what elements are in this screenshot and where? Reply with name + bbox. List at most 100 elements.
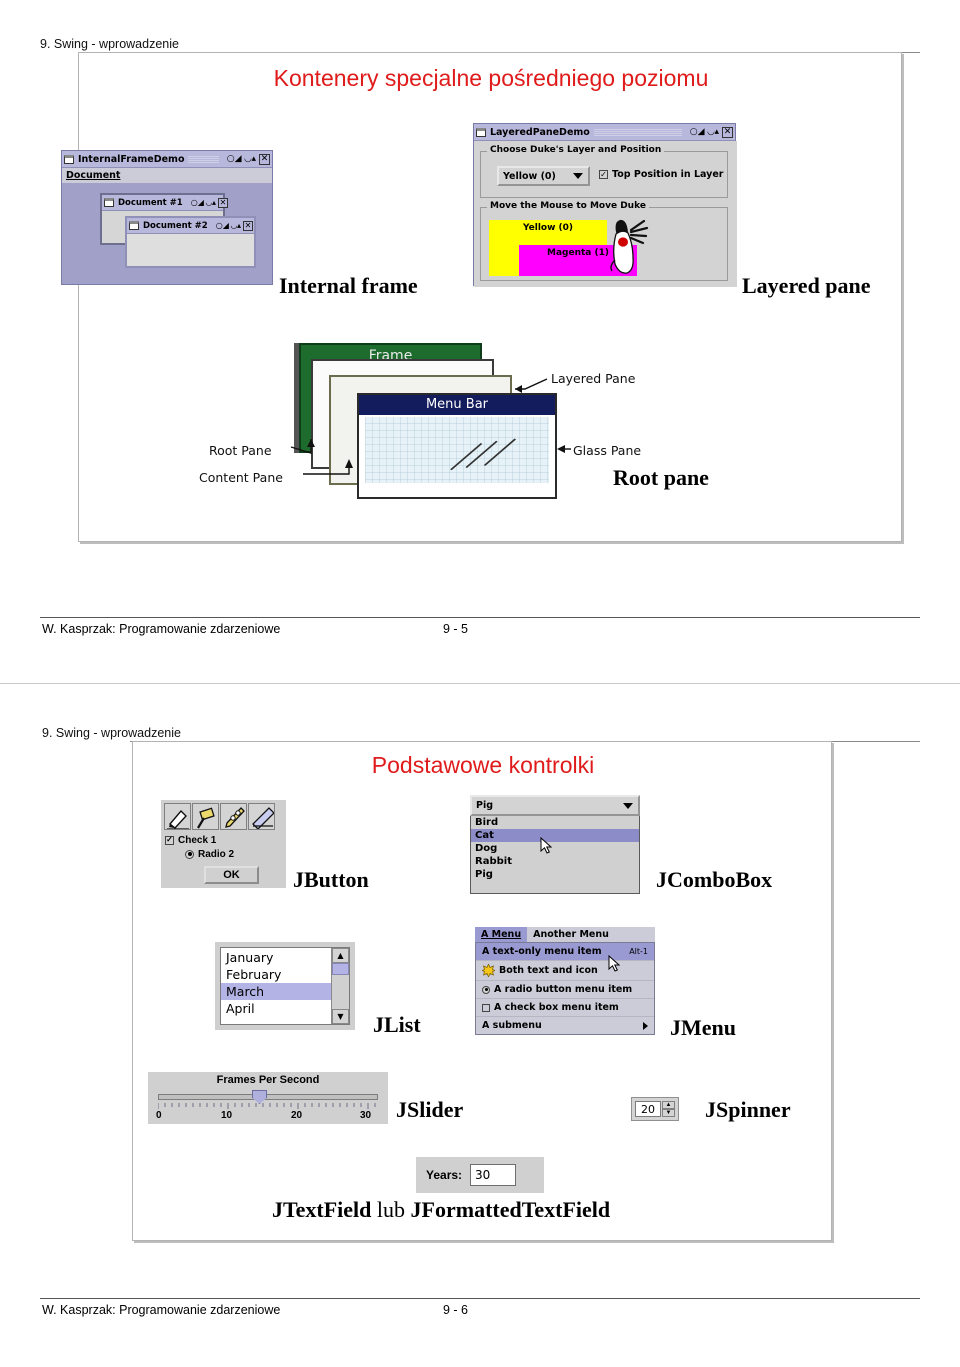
jcombobox-widget[interactable]: Pig Bird Cat Dog Rabbit Pig (470, 795, 640, 905)
yellow-layer-label: Yellow (0) (522, 223, 574, 233)
layered-pane-titlebar[interactable]: LayeredPaneDemo ○◢ ◡▴ ✕ (474, 124, 735, 141)
menubar-item-another-menu[interactable]: Another Menu (527, 927, 615, 942)
layered-pane-title: LayeredPaneDemo (490, 126, 590, 138)
checkbox-icon[interactable]: ✓ (599, 170, 608, 179)
menu-item-text-only[interactable]: A text-only menu item Alt-1 (476, 943, 654, 960)
titlebar-drag-area[interactable] (593, 127, 682, 137)
jlist-box[interactable]: January February March April ▲ ▼ (220, 947, 350, 1025)
maximize-icon[interactable]: ◡▴ (245, 154, 256, 164)
scroll-down-icon[interactable]: ▼ (332, 1009, 349, 1024)
jbutton-toolbar[interactable] (161, 800, 286, 833)
jslider-widget[interactable]: Frames Per Second 0 10 20 30 (148, 1072, 388, 1124)
years-input[interactable]: 30 (470, 1164, 517, 1186)
top-position-checkbox[interactable]: ✓ Top Position in Layer (599, 169, 723, 180)
jlist-widget[interactable]: January February March April ▲ ▼ (215, 942, 355, 1030)
menu-item-label: A text-only menu item (482, 946, 602, 957)
jmenu-popup[interactable]: A text-only menu item Alt-1 Both text an… (475, 942, 655, 1035)
slide-1-frame: Kontenery specjalne pośredniego poziomu … (61, 52, 902, 542)
radio-2-radio[interactable]: Radio 2 (161, 846, 286, 860)
internal-frame-menubar[interactable]: Document (62, 168, 272, 183)
minimize-icon[interactable]: ○◢ (216, 221, 229, 230)
jslider-title: Frames Per Second (216, 1074, 320, 1086)
layer-combobox[interactable]: Yellow (0) (497, 166, 590, 186)
check-1-label: Check 1 (178, 835, 217, 846)
layer-combobox-value: Yellow (0) (503, 170, 556, 182)
move-duke-group: Move the Mouse to Move Duke Yellow (0) M… (480, 201, 728, 281)
maximize-icon[interactable]: ◡▴ (231, 221, 241, 230)
radio-icon[interactable] (482, 985, 490, 994)
scroll-up-icon[interactable]: ▲ (332, 948, 349, 963)
menu-item-label: Both text and icon (499, 965, 598, 976)
jmenu-widget[interactable]: A Menu Another Menu A text-only menu ite… (475, 927, 655, 1035)
close-icon[interactable]: ✕ (218, 197, 229, 208)
scrollbar-thumb[interactable] (332, 963, 349, 975)
spinner-down-icon[interactable]: ▼ (662, 1109, 675, 1117)
radio-icon[interactable] (185, 849, 194, 859)
checkbox-icon[interactable]: ✓ (165, 835, 174, 845)
jlist-scrollbar[interactable]: ▲ ▼ (331, 948, 349, 1024)
child-1-titlebar[interactable]: Document #1 ○◢ ◡▴ ✕ (102, 195, 229, 211)
ok-button[interactable]: OK (204, 866, 259, 884)
checkbox-icon[interactable] (482, 1003, 490, 1012)
window-icon (129, 221, 139, 230)
close-icon[interactable]: ✕ (243, 220, 254, 231)
jspinner-widget[interactable]: 20 ▲ ▼ (631, 1097, 679, 1121)
caption-jspinner: JSpinner (705, 1097, 791, 1122)
child-2-title: Document #2 (143, 220, 208, 231)
jslider-track[interactable] (158, 1094, 378, 1100)
list-item[interactable]: Cat (471, 829, 639, 842)
spinner-up-icon[interactable]: ▲ (662, 1101, 675, 1109)
internal-frame-demo-window[interactable]: InternalFrameDemo ○◢ ◡▴ ✕ Document Docum… (61, 150, 273, 285)
move-duke-group-label: Move the Mouse to Move Duke (487, 201, 649, 211)
check-1-checkbox[interactable]: ✓ Check 1 (161, 833, 286, 846)
chevron-right-icon (643, 1021, 648, 1030)
titlebar-drag-area[interactable] (188, 154, 219, 164)
jcombobox-dropdown-list[interactable]: Bird Cat Dog Rabbit Pig (470, 816, 640, 894)
list-item[interactable]: February (221, 966, 331, 983)
list-item[interactable]: Dog (471, 842, 639, 855)
jslider-tick-10: 10 (221, 1110, 233, 1121)
list-item[interactable]: March (221, 983, 331, 1000)
layered-pane-content: Choose Duke's Layer and Position Yellow … (474, 141, 737, 287)
minimize-icon[interactable]: ○◢ (191, 198, 204, 207)
caption-layered-pane: Layered pane (742, 273, 871, 298)
wrench-icon[interactable] (220, 803, 247, 830)
list-item[interactable]: Rabbit (471, 855, 639, 868)
jspinner-value[interactable]: 20 (635, 1101, 661, 1117)
slide-1-footer-author: W. Kasprzak: Programowanie zdarzeniowe (42, 622, 281, 636)
menu-item-submenu[interactable]: A submenu (476, 1016, 654, 1034)
scrollbar-track[interactable] (332, 975, 349, 1009)
maximize-icon[interactable]: ◡▴ (708, 127, 719, 137)
internal-frame-titlebar[interactable]: InternalFrameDemo ○◢ ◡▴ ✕ (62, 151, 272, 168)
minimize-icon[interactable]: ○◢ (227, 154, 242, 164)
list-item[interactable]: April (221, 1000, 331, 1017)
jcombobox-field[interactable]: Pig (470, 795, 640, 816)
maximize-icon[interactable]: ◡▴ (206, 198, 216, 207)
sun-burst-icon (482, 964, 495, 977)
child-window-document-2[interactable]: Document #2 ○◢ ◡▴ ✕ (125, 216, 256, 268)
list-item[interactable]: Pig (471, 868, 639, 881)
jmenu-menubar[interactable]: A Menu Another Menu (475, 927, 655, 942)
jtextfield-widget[interactable]: Years: 30 (416, 1157, 544, 1193)
list-item[interactable]: January (221, 949, 331, 966)
jslider-tick-30: 30 (360, 1110, 372, 1121)
menu-item-radio[interactable]: A radio button menu item (476, 980, 654, 998)
menu-item-document[interactable]: Document (66, 170, 120, 181)
menu-item-checkbox[interactable]: A check box menu item (476, 998, 654, 1016)
hammer-icon[interactable] (192, 803, 219, 830)
menubar-item-a-menu[interactable]: A Menu (475, 927, 528, 942)
chevron-down-icon (573, 173, 583, 179)
jbutton-panel: ✓ Check 1 Radio 2 OK (161, 800, 286, 888)
child-2-titlebar[interactable]: Document #2 ○◢ ◡▴ ✕ (127, 218, 254, 234)
jlist-items[interactable]: January February March April (221, 948, 331, 1024)
close-icon[interactable]: ✕ (259, 153, 270, 165)
list-item[interactable]: Bird (471, 816, 639, 829)
ruler-icon[interactable] (248, 803, 275, 830)
menu-item-text-and-icon[interactable]: Both text and icon (476, 960, 654, 980)
close-icon[interactable]: ✕ (722, 126, 733, 138)
layered-pane-demo-window[interactable]: LayeredPaneDemo ○◢ ◡▴ ✕ Choose Duke's La… (473, 123, 737, 287)
pencil-icon[interactable] (164, 803, 191, 830)
jslider-thumb[interactable] (252, 1090, 267, 1104)
minimize-icon[interactable]: ○◢ (690, 127, 705, 137)
menu-item-accelerator: Alt-1 (629, 947, 648, 956)
